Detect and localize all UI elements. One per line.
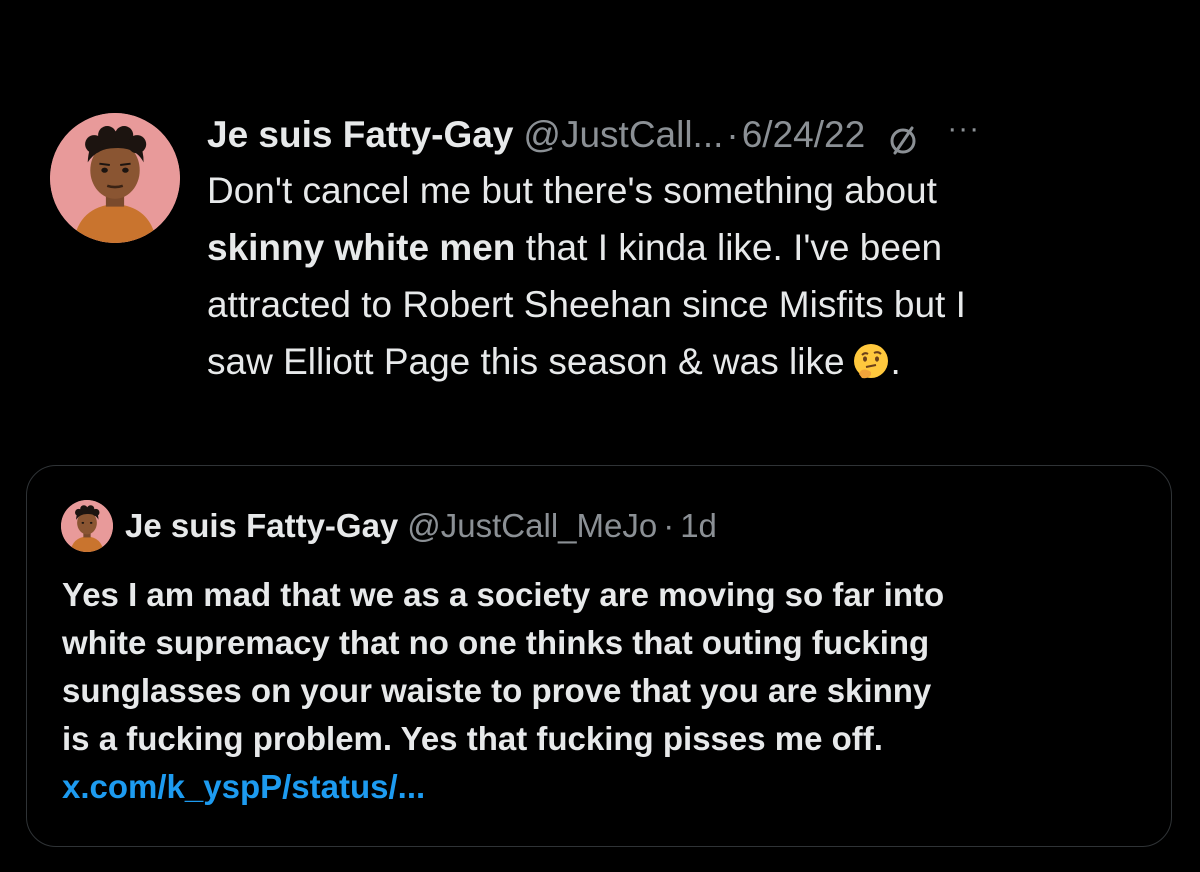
quoted-tweet-header: Je suis Fatty-Gay @JustCall_MeJo · 1d [61, 500, 717, 552]
quoted-user-handle[interactable]: @JustCall_MeJo [407, 504, 657, 548]
tweet-date[interactable]: 6/24/22 [742, 110, 865, 160]
tweet-body: Je suis Fatty-Gay @JustCall... · 6/24/22… [207, 110, 1167, 390]
tweet-text: Don't cancel me but there's something ab… [207, 162, 1167, 390]
quoted-display-name[interactable]: Je suis Fatty-Gay [125, 504, 398, 548]
tweet-text-line: Don't cancel me but there's something ab… [207, 170, 937, 211]
separator-dot: · [726, 114, 739, 155]
tweet-header: Je suis Fatty-Gay @JustCall... · 6/24/22… [207, 110, 1167, 160]
quoted-tweet-text: Yes I am mad that we as a society are mo… [62, 571, 1162, 811]
tweet-text-line: saw Elliott Page this season & was like … [207, 333, 1167, 390]
quoted-text-line: Yes I am mad that we as a society are mo… [62, 576, 945, 613]
display-name[interactable]: Je suis Fatty-Gay [207, 110, 513, 160]
quoted-text-line: sunglasses on your waiste to prove that … [62, 672, 932, 709]
tweet-text-tail: . [890, 341, 901, 382]
quoted-text-line: white supremacy that no one thinks that … [62, 624, 930, 661]
thinking-face-emoji [851, 340, 891, 380]
bold-phrase: skinny white men [207, 227, 516, 268]
quoted-avatar[interactable] [61, 500, 113, 552]
quoted-text-line: is a fucking problem. Yes that fucking p… [62, 720, 883, 757]
user-handle[interactable]: @JustCall... [523, 110, 723, 160]
tweet-text-line: skinny white men that I kinda like. I've… [207, 219, 1167, 276]
avatar-illustration [61, 500, 113, 552]
quoted-tweet-link[interactable]: x.com/k_yspP/status/... [62, 763, 1162, 811]
avatar-illustration [50, 113, 180, 243]
avatar[interactable] [50, 113, 180, 243]
more-options-icon[interactable]: ··· [947, 114, 980, 144]
quoted-tweet[interactable]: Je suis Fatty-Gay @JustCall_MeJo · 1d Ye… [26, 465, 1172, 847]
slashed-circle-icon [887, 119, 919, 155]
quoted-tweet-date[interactable]: 1d [680, 504, 717, 548]
separator-dot: · [663, 507, 675, 544]
tweet-text-segment: that I kinda like. I've been [515, 227, 943, 268]
tweet-text-line: attracted to Robert Sheehan since Misfit… [207, 284, 966, 325]
tweet-text-segment: saw Elliott Page this season & was like [207, 341, 845, 382]
